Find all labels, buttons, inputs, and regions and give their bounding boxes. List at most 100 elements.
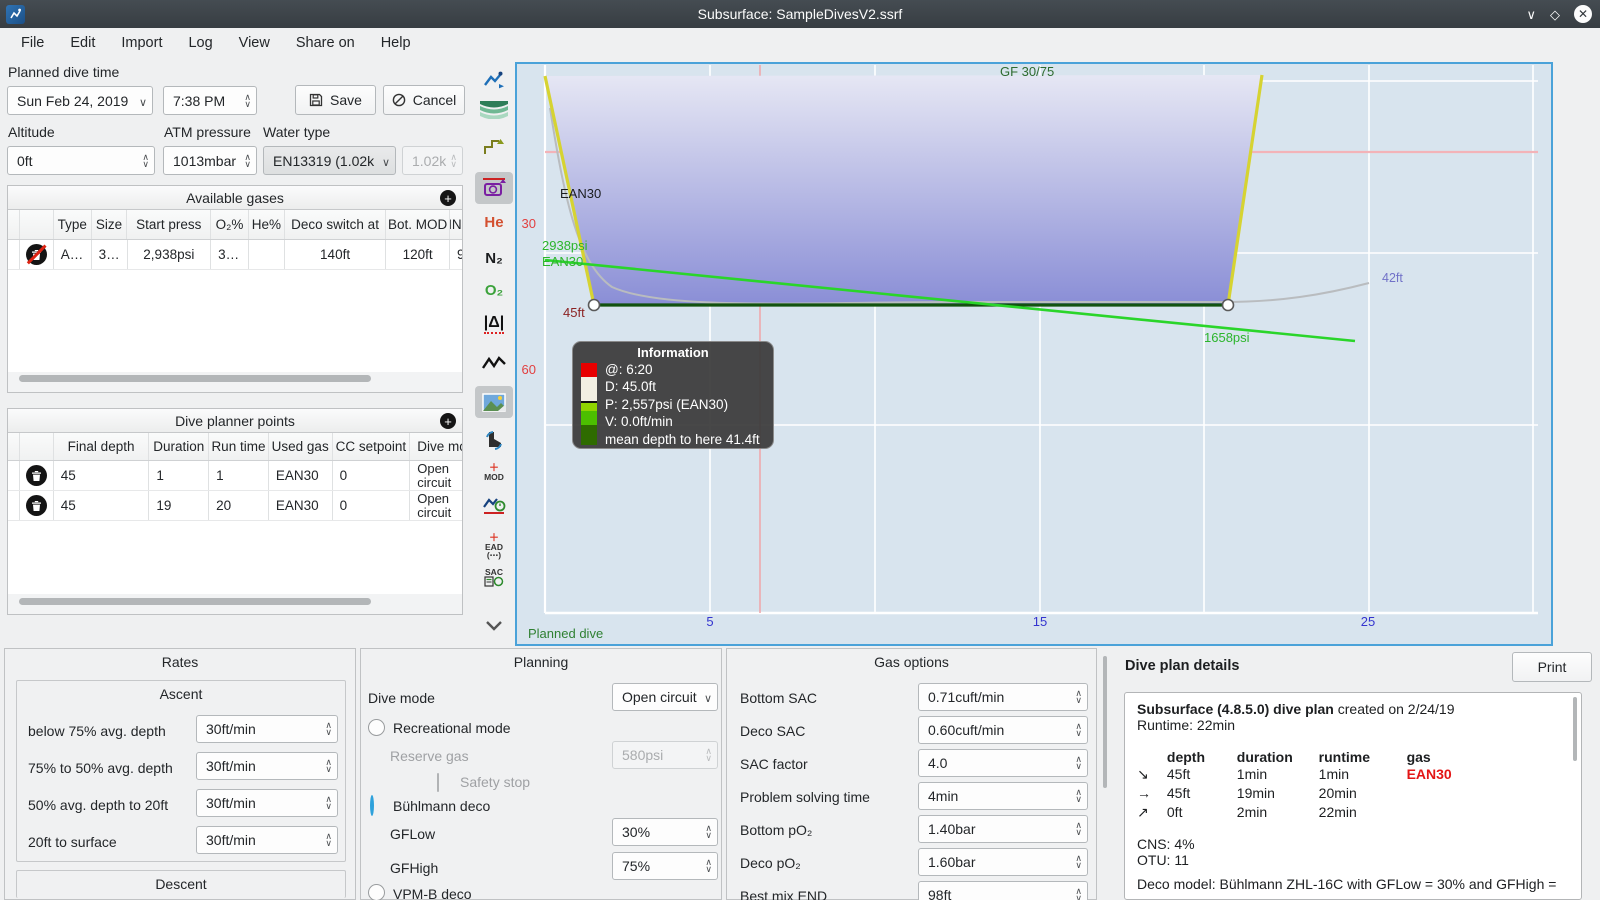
tooltip-title: Information xyxy=(637,345,709,360)
add-point-button[interactable] xyxy=(440,413,456,429)
maximize-icon[interactable]: ◇ xyxy=(1550,8,1560,21)
add-gas-button[interactable] xyxy=(440,190,456,206)
rates-title: Rates xyxy=(161,654,199,670)
recreational-mode-radio[interactable] xyxy=(368,719,385,736)
rate-input[interactable]: 30ft/min xyxy=(196,826,338,854)
plan-details-title: Dive plan details xyxy=(1125,658,1240,674)
toolbar-dive-profile-button[interactable] xyxy=(475,64,513,96)
gfhigh-label: GFHigh xyxy=(390,860,439,876)
points-hscrollbar[interactable] xyxy=(19,598,371,605)
planner-point-row: 45 1 1 EAN30 0 Open circuit xyxy=(8,461,462,491)
plan-details-textbox[interactable]: Subsurface (4.8.5.0) dive plan created o… xyxy=(1124,692,1582,900)
toolbar-dive-time-button[interactable] xyxy=(475,489,513,521)
menu-help[interactable]: Help xyxy=(368,28,424,58)
tooltip-line: @: 6:20 xyxy=(605,362,653,377)
profile-handle[interactable] xyxy=(587,298,601,312)
rate-input[interactable]: 30ft/min xyxy=(196,789,338,817)
rate-input[interactable]: 30ft/min xyxy=(196,715,338,743)
toolbar-o2-button[interactable]: O₂ xyxy=(475,274,513,306)
rate-label: 75% to 50% avg. depth xyxy=(28,760,173,776)
water-type-select[interactable]: EN13319 (1.02k xyxy=(263,146,396,175)
bottom-po2-input[interactable]: 1.40bar xyxy=(918,815,1088,843)
altitude-input[interactable]: 0ft xyxy=(7,146,155,175)
buhlmann-deco-radio[interactable] xyxy=(370,795,374,816)
cancel-icon xyxy=(392,93,406,107)
best-mix-end-input[interactable]: 98ft xyxy=(918,881,1088,900)
toolbar-waves-button[interactable] xyxy=(475,94,513,126)
menu-import[interactable]: Import xyxy=(108,28,175,58)
chart-info-tooltip: Information @: 6:20 D: 45.0ft P: 2,557ps… xyxy=(572,341,774,449)
toolbar-ead-button[interactable]: ＋ EAD (⋯) xyxy=(475,530,513,562)
deco-sac-input[interactable]: 0.60cuft/min xyxy=(918,716,1088,744)
dive-mode-select[interactable]: Open circuit xyxy=(612,683,718,711)
planned-dive-time-label: Planned dive time xyxy=(8,64,120,80)
plan-row: ↘ 45ft 1min 1min EAN30 xyxy=(1137,766,1452,782)
minimize-icon[interactable]: ∨ xyxy=(1526,8,1536,21)
gas-row: A… 3… 2,938psi 3… 140ft 120ft 98ft xyxy=(8,240,462,270)
delete-point-icon[interactable] xyxy=(25,495,47,516)
menu-edit[interactable]: Edit xyxy=(57,28,108,58)
sac-factor-input[interactable]: 4.0 xyxy=(918,749,1088,777)
plan-text-vscrollbar[interactable] xyxy=(1573,697,1577,761)
safety-stop-checkbox xyxy=(437,773,439,792)
toolbar-gaschange-button[interactable] xyxy=(475,424,513,456)
plan-heading: Subsurface (4.8.5.0) dive plan xyxy=(1137,701,1334,717)
toolbar-mod-button[interactable]: ＋ MOD xyxy=(475,456,513,488)
save-button[interactable]: Save xyxy=(295,85,376,115)
menu-view[interactable]: View xyxy=(226,28,283,58)
water-density-input: 1.02kg xyxy=(402,146,463,175)
gflow-input[interactable]: 30% xyxy=(612,818,718,846)
toolbar-profile-ruler-button[interactable] xyxy=(475,131,513,163)
plan-row: ↗ 0ft 2min 22min xyxy=(1137,804,1357,820)
vpmb-deco-radio[interactable] xyxy=(368,884,385,900)
delete-point-icon[interactable] xyxy=(25,465,47,486)
toolbar-scroll-down-button[interactable] xyxy=(475,610,513,642)
toolbar-sac-button[interactable]: SAC xyxy=(475,562,513,594)
save-icon xyxy=(309,93,323,107)
rate-label: 20ft to surface xyxy=(28,834,117,850)
planner-points-table: Final depth Duration Run time Used gas C… xyxy=(8,433,462,594)
menu-share-on[interactable]: Share on xyxy=(283,28,368,58)
details-vscrollbar[interactable] xyxy=(1103,656,1107,788)
plan-runtime: Runtime: 22min xyxy=(1137,717,1236,733)
delete-gas-icon[interactable] xyxy=(25,244,47,265)
close-icon[interactable]: ✕ xyxy=(1574,5,1592,23)
menu-file[interactable]: File xyxy=(8,28,57,58)
safety-stop-label: Safety stop xyxy=(460,774,531,790)
gfhigh-input[interactable]: 75% xyxy=(612,852,718,880)
chevron-down-icon xyxy=(700,689,712,705)
calc-clock-icon xyxy=(484,576,504,587)
gas-option-label: Problem solving time xyxy=(740,789,870,805)
subsurface-window: Subsurface: SampleDivesV2.ssrf ∨ ◇ ✕ Fil… xyxy=(0,0,1600,900)
step-line-icon xyxy=(484,139,504,154)
toolbar-dc-ceiling-button[interactable] xyxy=(475,172,513,204)
menu-log[interactable]: Log xyxy=(175,28,225,58)
window-title: Subsurface: SampleDivesV2.ssrf xyxy=(697,6,903,22)
tooltip-line: D: 45.0ft xyxy=(605,379,657,395)
gases-hscrollbar[interactable] xyxy=(19,375,371,382)
gas-option-label: Bottom pO₂ xyxy=(740,822,813,838)
rate-input[interactable]: 30ft/min xyxy=(196,752,338,780)
tooltip-line: V: 0.0ft/min xyxy=(605,414,673,430)
dive-time-input[interactable]: 7:38 PM xyxy=(163,86,257,115)
gas-label: EAN30 xyxy=(560,186,602,201)
toolbar-photos-button[interactable] xyxy=(475,386,513,418)
gf-label: GF 30/75 xyxy=(1000,64,1055,79)
toolbar-delta-button[interactable]: |Δ| xyxy=(475,308,513,340)
bottom-depth-label: 45ft xyxy=(563,305,585,320)
descent-title: Descent xyxy=(155,876,207,892)
print-button[interactable]: Print xyxy=(1512,652,1592,682)
problem-solving-time-input[interactable]: 4min xyxy=(918,782,1088,810)
toolbar-n2-button[interactable]: N₂ xyxy=(475,242,513,274)
buhlmann-deco-label: Bühlmann deco xyxy=(393,798,491,814)
spin-arrows-icon[interactable] xyxy=(240,94,251,108)
dive-date-select[interactable]: Sun Feb 24, 2019 xyxy=(7,86,153,115)
atm-pressure-input[interactable]: 1013mbar xyxy=(163,146,257,175)
plan-row: → 45ft 19min 20min xyxy=(1137,785,1357,801)
profile-handle[interactable] xyxy=(1221,298,1235,312)
cancel-button[interactable]: Cancel xyxy=(383,85,465,115)
deco-po2-input[interactable]: 1.60bar xyxy=(918,848,1088,876)
bottom-sac-input[interactable]: 0.71cuft/min xyxy=(918,683,1088,711)
rate-label: 50% avg. depth to 20ft xyxy=(28,797,169,813)
chevron-down-icon xyxy=(135,93,147,109)
